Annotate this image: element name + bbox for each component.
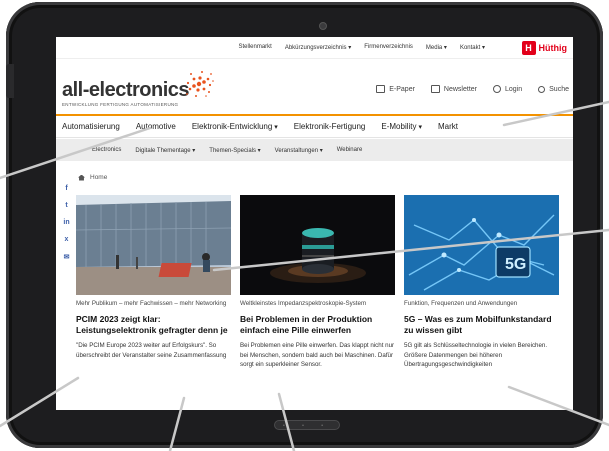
article-teaser: Bei Problemen eine Pille einwerfen. Das …: [240, 342, 395, 368]
share-bar: f t in x ✉: [62, 185, 71, 261]
utility-link[interactable]: Abkürzungsverzeichnis: [285, 44, 351, 51]
nav-item-elektronik-fertigung[interactable]: Elektronik-Fertigung: [294, 122, 366, 131]
article-image[interactable]: [76, 195, 231, 295]
article-image-sensor: [240, 195, 395, 295]
article-teaser: "Die PCIM Europe 2023 weiter auf Erfolgs…: [76, 342, 227, 359]
article-kicker: Weltkleinstes Impedanzspektroskopie-Syst…: [240, 300, 367, 307]
mail-icon: [430, 85, 440, 93]
breadcrumb-home[interactable]: Home: [90, 174, 107, 181]
home-button[interactable]: • • •: [274, 420, 340, 430]
article-kicker: Mehr Publikum – mehr Fachwissen – mehr N…: [76, 300, 227, 307]
login-link[interactable]: Login: [493, 85, 522, 93]
utility-link[interactable]: Stellenmarkt: [238, 44, 271, 51]
twitter-icon[interactable]: t: [62, 202, 71, 209]
email-share-icon[interactable]: ✉: [62, 253, 71, 261]
article-teaser: 5G gilt als Schlüsseltechnologie in viel…: [404, 342, 548, 368]
article-card[interactable]: 5G Funktion, Frequenzen und Anwendungen …: [404, 195, 559, 370]
main-nav: Automatisierung Automotive Elektronik-En…: [56, 116, 573, 138]
publisher-logo[interactable]: H Hüthig: [521, 41, 568, 55]
logo-burst-icon: [186, 71, 214, 97]
subnav-item[interactable]: Themen-Specials: [209, 147, 260, 154]
subnav-item[interactable]: Electronics: [92, 147, 121, 153]
camera-icon: [319, 22, 327, 30]
utility-bar: Stellenmarkt Abkürzungsverzeichnis Firme…: [56, 37, 573, 59]
subnav-item[interactable]: Veranstaltungen: [275, 147, 323, 154]
newsletter-link[interactable]: Newsletter: [430, 85, 477, 93]
subnav-item[interactable]: Digitale Thementage: [135, 147, 195, 154]
svg-text:5G: 5G: [505, 256, 526, 273]
login-label: Login: [505, 85, 523, 93]
nav-item-markt[interactable]: Markt: [438, 122, 458, 131]
utility-link[interactable]: Kontakt: [460, 44, 485, 51]
epaper-label: E-Paper: [389, 85, 415, 93]
article-image[interactable]: [240, 195, 395, 295]
search-link[interactable]: Suche: [538, 85, 569, 93]
article-image-5g: 5G: [404, 195, 559, 295]
book-icon: [376, 85, 386, 93]
nav-item-e-mobility[interactable]: E-Mobility: [381, 122, 422, 131]
publisher-logo-mark: H: [521, 41, 536, 55]
site-tagline: ENTWICKLUNG FERTIGUNG AUTOMATISIERUNG: [62, 102, 179, 107]
nav-item-elektronik-entwicklung[interactable]: Elektronik-Entwicklung: [192, 122, 278, 131]
xing-icon[interactable]: x: [62, 236, 71, 243]
breadcrumb: Home: [78, 174, 107, 181]
article-kicker: Funktion, Frequenzen und Anwendungen: [404, 300, 518, 307]
nav-item-automatisierung[interactable]: Automatisierung: [62, 122, 120, 131]
utility-link[interactable]: Firmenverzeichnis: [364, 44, 413, 51]
search-label: Suche: [549, 85, 569, 93]
publisher-name: Hüthig: [538, 43, 568, 53]
facebook-icon[interactable]: f: [62, 185, 71, 192]
article-headline[interactable]: PCIM 2023 zeigt klar: Leistungselektroni…: [76, 314, 231, 336]
article-headline[interactable]: Bei Problemen in der Produktion einfach …: [240, 314, 395, 336]
sub-nav: Electronics Digitale Thementage Themen-S…: [56, 139, 573, 161]
site-logo[interactable]: all-electronics: [62, 79, 190, 102]
article-card[interactable]: Mehr Publikum – mehr Fachwissen – mehr N…: [76, 195, 231, 360]
search-icon: [538, 85, 546, 93]
side-button: [6, 64, 14, 98]
article-image[interactable]: 5G: [404, 195, 559, 295]
brand-header: all-electronics ENTWICKLUNG FERTIGUNG AU…: [56, 59, 573, 115]
linkedin-icon[interactable]: in: [62, 219, 71, 226]
header-actions: E-Paper Newsletter Login Suche: [376, 85, 569, 93]
article-image-pcim: [76, 195, 231, 295]
utility-links: Stellenmarkt Abkürzungsverzeichnis Firme…: [238, 44, 485, 51]
tablet-scene: • • • Stellenmarkt Abkürzungsverzeichnis…: [0, 0, 609, 451]
home-icon: [78, 174, 85, 181]
nav-item-automotive[interactable]: Automotive: [136, 122, 176, 131]
utility-link[interactable]: Media: [426, 44, 447, 51]
epaper-link[interactable]: E-Paper: [376, 85, 415, 93]
user-icon: [493, 85, 501, 93]
newsletter-label: Newsletter: [443, 85, 477, 93]
article-headline[interactable]: 5G – Was es zum Mobilfunkstandard zu wis…: [404, 314, 559, 336]
subnav-item[interactable]: Webinare: [337, 147, 363, 153]
article-card[interactable]: Weltkleinstes Impedanzspektroskopie-Syst…: [240, 195, 395, 370]
tablet-screen: Stellenmarkt Abkürzungsverzeichnis Firme…: [56, 37, 573, 410]
